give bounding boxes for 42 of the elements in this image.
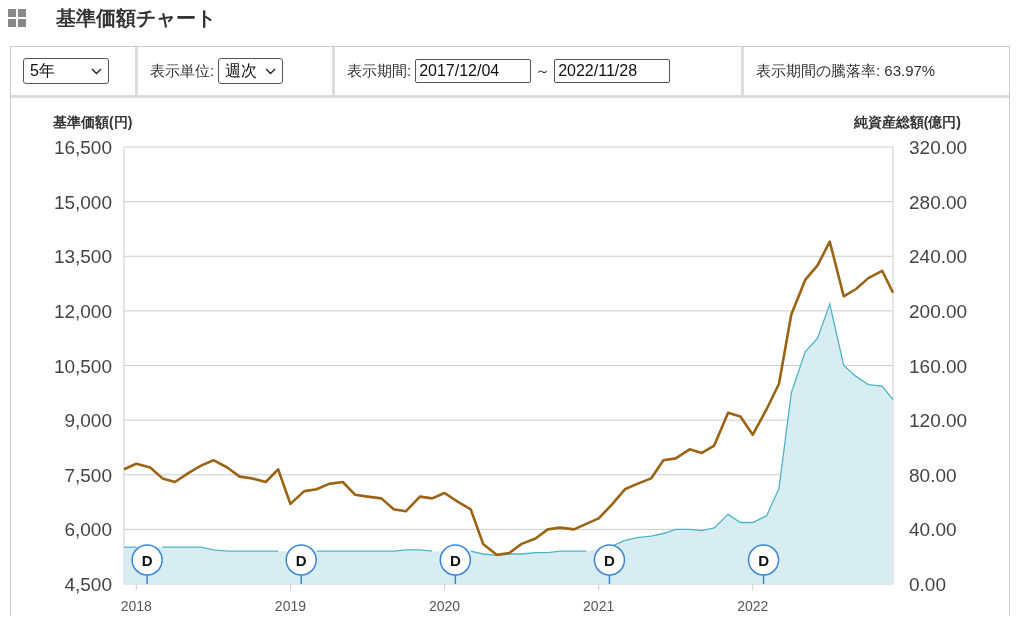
page-title: 基準価額チャート — [56, 5, 216, 31]
annotation: D — [758, 552, 770, 569]
axis-tick-label: 2022 — [737, 598, 769, 614]
axis-tick-label: 2019 — [274, 598, 306, 614]
annotation: D — [604, 552, 616, 569]
axis-tick-label: 10,500 — [53, 355, 112, 377]
axis-tick-label: 80.00 — [909, 464, 957, 486]
unit-select[interactable]: 週次 — [218, 58, 284, 84]
chevron-down-icon — [91, 67, 102, 75]
period-change-text: 表示期間の騰落率: 63.97% — [756, 61, 936, 81]
left-axis-title: 基準価額(円) — [53, 114, 133, 130]
axis-tick-label: 6,000 — [64, 519, 112, 541]
axis-tick-label: 0.00 — [909, 574, 946, 595]
axis-tick-label: 320.00 — [909, 137, 968, 158]
range-select[interactable]: 5年 — [23, 58, 109, 84]
axis-tick-label: 13,500 — [53, 246, 112, 268]
axis-tick-label: 2021 — [583, 598, 615, 614]
axis-tick-label: 12,000 — [53, 300, 112, 322]
grid-icon — [8, 9, 26, 27]
annotation: D — [141, 552, 153, 569]
axis-tick-label: 9,000 — [64, 410, 112, 432]
axis-tick-label: 240.00 — [909, 246, 968, 268]
annotation: D — [295, 552, 307, 569]
chevron-down-icon — [265, 67, 277, 75]
axis-tick-label: 4,500 — [64, 574, 112, 595]
axis-tick-label: 160.00 — [909, 355, 968, 377]
axis-tick-label: 7,500 — [64, 464, 112, 486]
right-axis-title: 純資産総額(億円) — [853, 114, 961, 130]
axis-tick-label: 200.00 — [909, 300, 968, 322]
axis-tick-label: 40.00 — [909, 519, 957, 541]
axis-tick-label: 280.00 — [909, 191, 968, 213]
axis-tick-label: 2018 — [120, 598, 152, 614]
unit-label: 表示単位: — [150, 61, 215, 81]
annotation: D — [449, 552, 461, 569]
axis-tick-label: 15,000 — [53, 191, 112, 213]
start-date-field[interactable]: 2017/12/04 — [415, 59, 532, 83]
range-separator: ～ — [535, 61, 551, 81]
end-date-field[interactable]: 2022/11/28 — [554, 59, 671, 83]
axis-tick-label: 2020 — [428, 598, 461, 614]
axis-tick-label: 16,500 — [53, 137, 112, 158]
period-label: 表示期間: — [347, 61, 412, 81]
axis-tick-label: 120.00 — [909, 410, 968, 432]
